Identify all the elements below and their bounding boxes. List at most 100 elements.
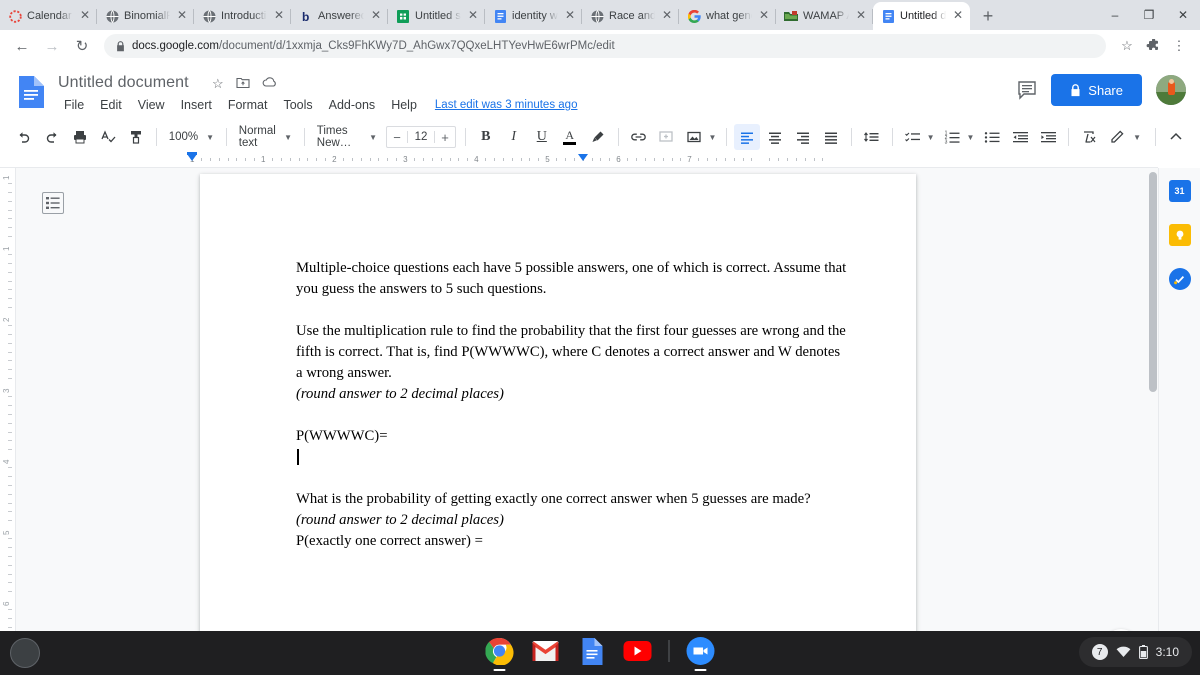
close-tab-icon[interactable]: ✕ xyxy=(272,9,286,23)
last-edit-status[interactable]: Last edit was 3 minutes ago xyxy=(435,99,578,111)
decrease-font-size-button[interactable]: − xyxy=(387,130,407,145)
google-docs-icon[interactable] xyxy=(577,636,607,666)
extensions-icon[interactable] xyxy=(1140,32,1166,60)
browser-tab[interactable]: Untitled sp ✕ xyxy=(388,2,485,30)
gmail-icon[interactable] xyxy=(531,636,561,666)
editing-mode-chevron-icon[interactable]: ▼ xyxy=(1133,133,1141,142)
insert-image-icon[interactable] xyxy=(681,124,707,150)
close-window-button[interactable]: ✕ xyxy=(1166,0,1200,30)
zoom-icon[interactable] xyxy=(686,636,716,671)
align-right-icon[interactable] xyxy=(790,124,816,150)
paragraph-style-dropdown[interactable]: Normal text ▼ xyxy=(233,124,298,150)
decrease-indent-icon[interactable] xyxy=(1007,124,1033,150)
spellcheck-icon[interactable] xyxy=(95,124,121,150)
checklist-icon[interactable] xyxy=(900,124,926,150)
google-keep-icon[interactable] xyxy=(1168,224,1191,246)
align-left-icon[interactable] xyxy=(734,124,761,150)
checklist-chevron-icon[interactable]: ▼ xyxy=(927,133,935,142)
comment-history-icon[interactable] xyxy=(1017,80,1037,100)
right-indent-marker[interactable] xyxy=(577,154,588,161)
reload-button[interactable]: ↻ xyxy=(68,32,96,60)
back-button[interactable]: ← xyxy=(8,32,36,60)
font-family-dropdown[interactable]: Times New… ▼ xyxy=(311,124,383,150)
close-tab-icon[interactable]: ✕ xyxy=(757,9,771,23)
document-page[interactable]: Multiple-choice questions each have 5 po… xyxy=(200,174,916,631)
youtube-icon[interactable] xyxy=(623,636,653,666)
line-spacing-icon[interactable] xyxy=(859,124,885,150)
undo-icon[interactable] xyxy=(11,124,37,150)
user-avatar[interactable] xyxy=(1156,75,1186,105)
increase-font-size-button[interactable]: + xyxy=(435,130,455,145)
underline-button[interactable]: U xyxy=(529,124,555,150)
close-tab-icon[interactable]: ✕ xyxy=(951,9,965,23)
horizontal-ruler[interactable]: 11234567 xyxy=(0,152,1158,168)
bold-button[interactable]: B xyxy=(473,124,499,150)
browser-tab[interactable]: WAMAP A ✕ xyxy=(776,2,873,30)
browser-tab[interactable]: what gene ✕ xyxy=(679,2,776,30)
google-tasks-icon[interactable] xyxy=(1168,268,1191,290)
launcher-button[interactable] xyxy=(10,638,40,668)
document-paragraph[interactable]: P(WWWWC)= xyxy=(296,426,848,447)
clear-formatting-icon[interactable] xyxy=(1076,124,1102,150)
image-options-chevron-icon[interactable]: ▼ xyxy=(708,133,716,142)
browser-tab[interactable]: Calendar ✕ xyxy=(0,2,97,30)
highlight-icon[interactable] xyxy=(585,124,611,150)
document-paragraph[interactable]: What is the probability of getting exact… xyxy=(296,489,848,510)
menu-item-insert[interactable]: Insert xyxy=(173,98,220,112)
paint-format-icon[interactable] xyxy=(123,124,149,150)
numbered-list-chevron-icon[interactable]: ▼ xyxy=(966,133,974,142)
browser-tab[interactable]: b Answered ✕ xyxy=(291,2,388,30)
first-line-indent-marker[interactable] xyxy=(187,152,197,155)
close-tab-icon[interactable]: ✕ xyxy=(660,9,674,23)
left-indent-marker[interactable] xyxy=(187,154,197,161)
document-paragraph[interactable]: Use the multiplication rule to find the … xyxy=(296,321,848,384)
zoom-level-dropdown[interactable]: 100% ▼ xyxy=(163,124,220,150)
align-justify-icon[interactable] xyxy=(818,124,844,150)
browser-menu-icon[interactable]: ⋮ xyxy=(1166,32,1192,60)
document-title[interactable]: Untitled document xyxy=(58,74,189,92)
increase-indent-icon[interactable] xyxy=(1035,124,1061,150)
browser-tab[interactable]: BinomialP ✕ xyxy=(97,2,194,30)
document-paragraph[interactable]: Multiple-choice questions each have 5 po… xyxy=(296,258,848,300)
forward-button[interactable]: → xyxy=(38,32,66,60)
close-tab-icon[interactable]: ✕ xyxy=(563,9,577,23)
document-scrollbar[interactable] xyxy=(1149,172,1157,392)
close-tab-icon[interactable]: ✕ xyxy=(369,9,383,23)
close-tab-icon[interactable]: ✕ xyxy=(78,9,92,23)
add-comment-icon[interactable] xyxy=(653,124,679,150)
print-icon[interactable] xyxy=(67,124,93,150)
chrome-icon[interactable] xyxy=(485,636,515,671)
bulleted-list-icon[interactable] xyxy=(979,124,1005,150)
menu-item-tools[interactable]: Tools xyxy=(275,98,320,112)
close-tab-icon[interactable]: ✕ xyxy=(854,9,868,23)
close-tab-icon[interactable]: ✕ xyxy=(466,9,480,23)
link-icon[interactable] xyxy=(625,124,651,150)
close-tab-icon[interactable]: ✕ xyxy=(175,9,189,23)
menu-item-help[interactable]: Help xyxy=(383,98,425,112)
menu-item-edit[interactable]: Edit xyxy=(92,98,130,112)
font-size-stepper[interactable]: − 12 + xyxy=(386,126,457,148)
browser-tab[interactable]: Introducti ✕ xyxy=(194,2,291,30)
menu-item-file[interactable]: File xyxy=(56,98,92,112)
move-to-folder-icon[interactable] xyxy=(236,76,250,92)
document-paragraph[interactable]: (round answer to 2 decimal places) xyxy=(296,510,848,531)
document-outline-icon[interactable] xyxy=(42,192,64,214)
align-center-icon[interactable] xyxy=(762,124,788,150)
menu-item-format[interactable]: Format xyxy=(220,98,276,112)
bookmark-star-icon[interactable]: ☆ xyxy=(1114,32,1140,60)
address-bar[interactable]: docs.google.com/document/d/1xxmja_Cks9Fh… xyxy=(104,34,1106,58)
cloud-saved-icon[interactable] xyxy=(262,76,278,92)
minimize-window-button[interactable]: – xyxy=(1098,0,1132,30)
share-button[interactable]: Share xyxy=(1051,74,1142,106)
new-tab-button[interactable]: + xyxy=(974,2,1002,30)
redo-icon[interactable] xyxy=(39,124,65,150)
star-icon[interactable]: ☆ xyxy=(212,76,224,92)
notification-count-badge[interactable]: 7 xyxy=(1091,644,1108,660)
browser-tab[interactable]: Untitled d ✕ xyxy=(873,2,970,30)
system-status-tray[interactable]: 7 3:10 xyxy=(1078,637,1192,667)
text-color-button[interactable]: A xyxy=(557,124,583,150)
numbered-list-icon[interactable]: 123 xyxy=(939,124,965,150)
browser-tab[interactable]: Race and ✕ xyxy=(582,2,679,30)
editing-pencil-icon[interactable] xyxy=(1104,124,1130,150)
document-paragraph[interactable]: P(exactly one correct answer) = xyxy=(296,531,848,552)
